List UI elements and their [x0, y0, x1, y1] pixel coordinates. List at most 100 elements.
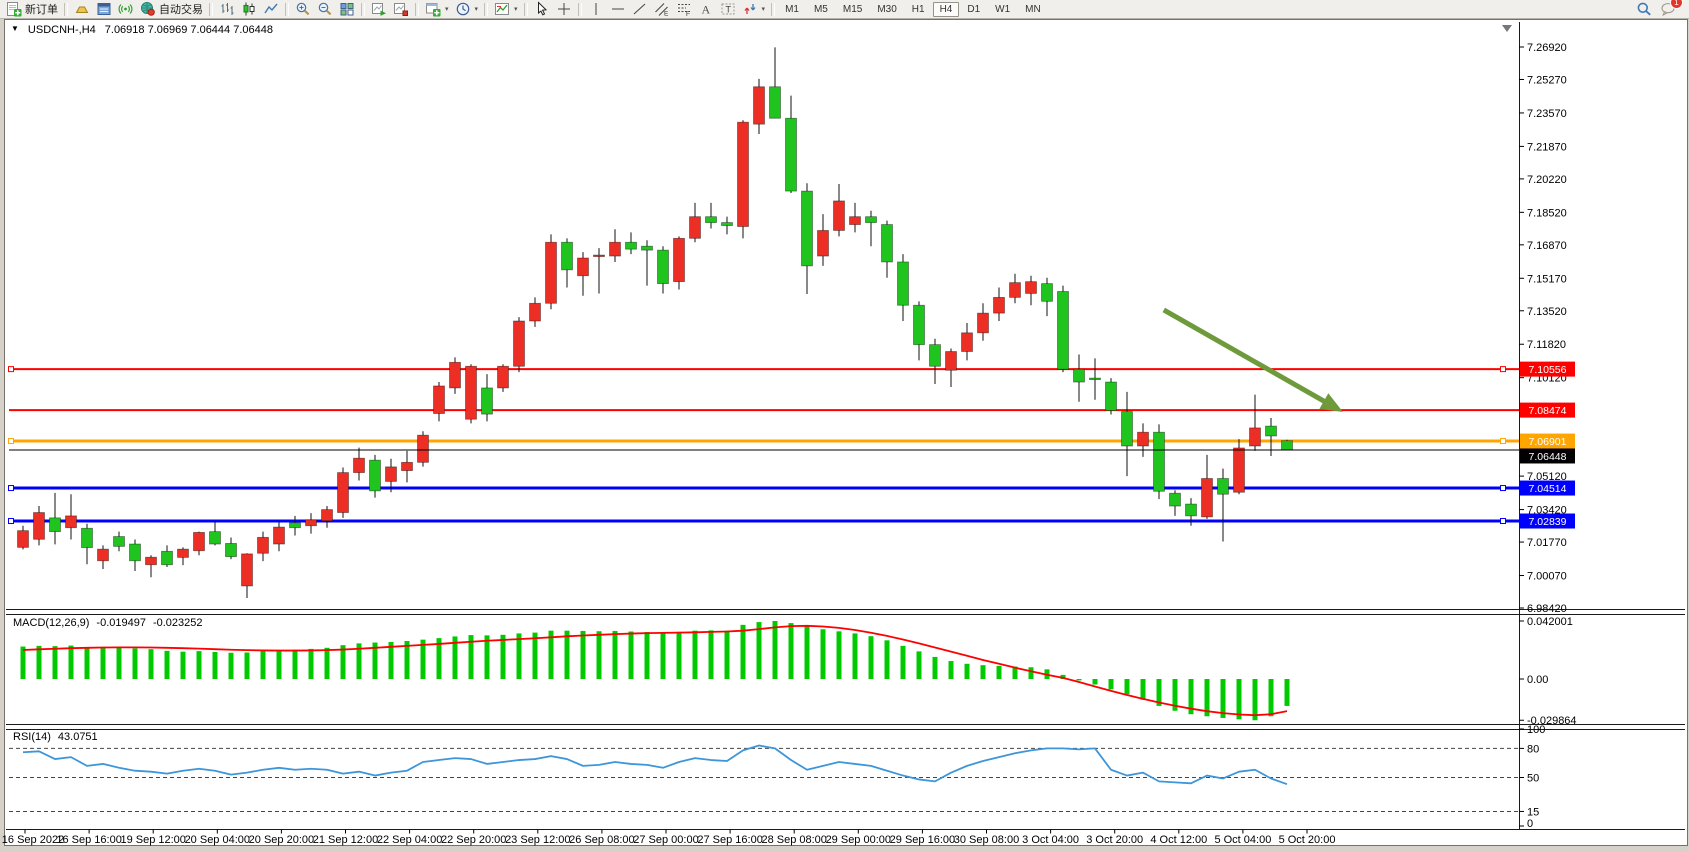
- new-order-button[interactable]: 新订单: [3, 1, 61, 18]
- candle-down: [626, 242, 637, 249]
- separator: [64, 3, 68, 16]
- timeframe-h4[interactable]: H4: [933, 2, 960, 17]
- chart-shift-marker[interactable]: [1502, 25, 1512, 32]
- svg-text:50: 50: [1527, 773, 1539, 785]
- timeframe-d1[interactable]: D1: [960, 2, 987, 17]
- auto-scroll-button[interactable]: [368, 1, 390, 18]
- arrows-icon: [742, 1, 758, 17]
- collapse-icon[interactable]: ▼: [11, 24, 19, 36]
- svg-text:7.10120: 7.10120: [1527, 373, 1567, 385]
- candle-up: [1026, 282, 1037, 294]
- chevron-down-icon[interactable]: ▾: [445, 5, 449, 13]
- svg-text:0: 0: [1527, 818, 1533, 830]
- macd-histogram-bar: [213, 652, 218, 679]
- macd-histogram-bar: [869, 636, 874, 679]
- fibonacci-button[interactable]: F: [673, 1, 695, 18]
- cursor-button[interactable]: [531, 1, 553, 18]
- equidistant-channel-button[interactable]: E: [651, 1, 673, 18]
- indicators-button[interactable]: ▾: [491, 1, 521, 18]
- market-watch-button[interactable]: [71, 1, 93, 18]
- macd-histogram-bar: [1221, 679, 1226, 718]
- chevron-down-icon[interactable]: ▾: [514, 5, 518, 13]
- trend-arrow-annotation[interactable]: [1164, 310, 1343, 412]
- candle-down: [482, 388, 493, 414]
- svg-text:F: F: [686, 11, 690, 17]
- svg-text:A: A: [701, 3, 710, 17]
- separator: [578, 3, 582, 16]
- svg-text:7.08474: 7.08474: [1529, 405, 1567, 417]
- candle-up: [1202, 478, 1213, 516]
- svg-text:26 Sep 08:00: 26 Sep 08:00: [569, 834, 634, 846]
- text-label-button[interactable]: T: [717, 1, 739, 18]
- candle-down: [1058, 291, 1069, 369]
- vertical-line-button[interactable]: [585, 1, 607, 18]
- timeframe-m30[interactable]: M30: [870, 2, 903, 17]
- macd-histogram-bar: [357, 643, 362, 679]
- separator: [285, 3, 289, 16]
- svg-text:7.16870: 7.16870: [1527, 240, 1567, 252]
- data-window-icon: [96, 1, 112, 17]
- chart-shift-button[interactable]: [390, 1, 412, 18]
- chevron-down-icon[interactable]: ▾: [762, 5, 766, 13]
- tile-windows-button[interactable]: [336, 1, 358, 18]
- svg-text:21 Sep 12:00: 21 Sep 12:00: [313, 834, 378, 846]
- main-price-scale[interactable]: 7.269207.252707.235707.218707.202207.185…: [1519, 42, 1575, 615]
- timeframe-m15[interactable]: M15: [836, 2, 869, 17]
- timeframe-h1[interactable]: H1: [905, 2, 932, 17]
- chevron-down-icon[interactable]: ▾: [475, 5, 479, 13]
- rsi-name: RSI(14): [13, 731, 51, 743]
- candle-down: [866, 217, 877, 223]
- timeframe-m5[interactable]: M5: [807, 2, 835, 17]
- arrows-button[interactable]: ▾: [739, 1, 769, 18]
- bar-chart-button[interactable]: [216, 1, 238, 18]
- new-chart-icon: [425, 1, 441, 17]
- svg-text:6.98420: 6.98420: [1527, 603, 1567, 615]
- signals-button[interactable]: [115, 1, 137, 18]
- svg-text:7.02839: 7.02839: [1529, 516, 1567, 528]
- time-axis[interactable]: 16 Sep 202216 Sep 16:0019 Sep 12:0020 Se…: [2, 830, 1336, 847]
- text-button[interactable]: A: [695, 1, 717, 18]
- chart-title-bar: ▼ USDCNH-,H4 7.06918 7.06969 7.06444 7.0…: [11, 24, 279, 36]
- separator: [361, 3, 365, 16]
- trendline-button[interactable]: [629, 1, 651, 18]
- candle-down: [50, 518, 61, 532]
- zoom-out-button[interactable]: [314, 1, 336, 18]
- panel-dividers[interactable]: [6, 610, 1685, 830]
- macd-histogram-bar: [853, 633, 858, 679]
- svg-text:7.26920: 7.26920: [1527, 42, 1567, 54]
- timeframe-m1[interactable]: M1: [778, 2, 806, 17]
- horizontal-line-button[interactable]: [607, 1, 629, 18]
- candlestick-chart-button[interactable]: [238, 1, 260, 18]
- macd-histogram-bar: [949, 661, 954, 679]
- candle-down: [210, 532, 221, 544]
- candle-up: [818, 230, 829, 256]
- horizontal-level-lines[interactable]: [9, 367, 1520, 524]
- candle-up: [242, 554, 253, 586]
- vertical-line-icon: [588, 1, 604, 17]
- new-chart-button[interactable]: ▾: [422, 1, 452, 18]
- line-chart-button[interactable]: [260, 1, 282, 18]
- macd-histogram-bar: [133, 648, 138, 679]
- macd-histogram-bar: [789, 623, 794, 679]
- svg-text:7.06901: 7.06901: [1529, 436, 1567, 448]
- search-icon[interactable]: [1636, 1, 1652, 17]
- macd-histogram-bar: [549, 631, 554, 679]
- candle-down: [82, 528, 93, 547]
- timeframe-w1[interactable]: W1: [988, 2, 1017, 17]
- profiles-button[interactable]: ▾: [452, 1, 482, 18]
- data-window-button[interactable]: [93, 1, 115, 18]
- zoom-in-button[interactable]: [292, 1, 314, 18]
- notifications-icon[interactable]: 1: [1660, 1, 1676, 17]
- auto-trading-button[interactable]: 自动交易: [137, 1, 206, 18]
- macd-histogram-bar: [85, 647, 90, 679]
- timeframe-mn[interactable]: MN: [1018, 2, 1048, 17]
- macd-histogram-bar: [773, 621, 778, 679]
- svg-text:7.06448: 7.06448: [1529, 451, 1567, 463]
- candle-up: [834, 201, 845, 231]
- svg-text:100: 100: [1527, 724, 1545, 736]
- crosshair-button[interactable]: [553, 1, 575, 18]
- candle-down: [226, 543, 237, 556]
- separator: [771, 3, 775, 16]
- svg-text:22 Sep 04:00: 22 Sep 04:00: [377, 834, 442, 846]
- candle-up: [66, 516, 77, 528]
